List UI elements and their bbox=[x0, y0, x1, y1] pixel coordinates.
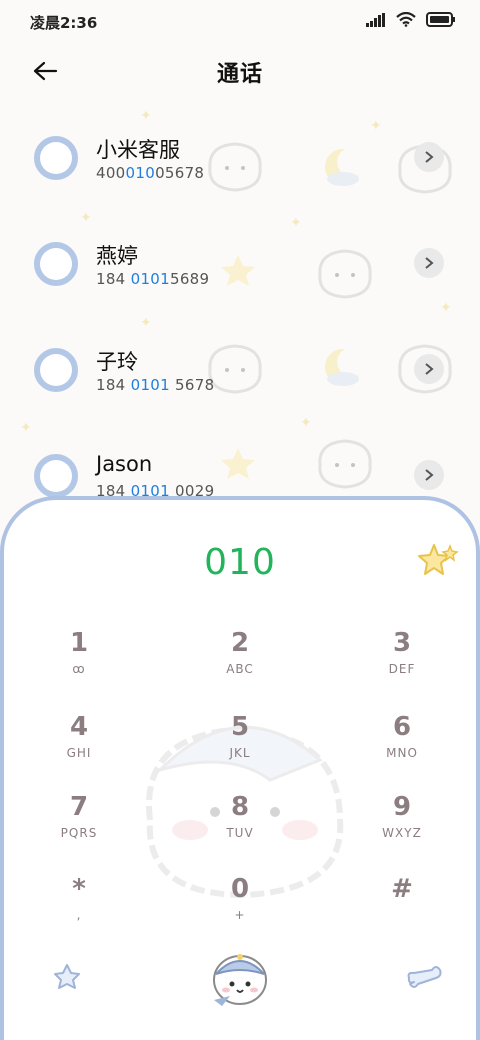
contact-name: 小米客服 bbox=[96, 138, 180, 162]
avatar bbox=[34, 348, 78, 392]
chevron-right-icon bbox=[425, 469, 434, 481]
contact-detail-button[interactable] bbox=[414, 354, 444, 384]
contact-detail-button[interactable] bbox=[414, 248, 444, 278]
key-hash[interactable]: # bbox=[347, 874, 457, 944]
key-0[interactable]: 0 + bbox=[185, 874, 295, 944]
star-outline-icon[interactable] bbox=[52, 962, 82, 990]
contact-detail-button[interactable] bbox=[414, 460, 444, 490]
contact-detail-button[interactable] bbox=[414, 142, 444, 172]
dialpad-panel: 010 1ꝏ 2 ABC 3 DEF 4 GHI 5 JKL 6 MNO 7 PQRS 8T… bbox=[0, 496, 480, 1040]
status-icons bbox=[366, 12, 456, 27]
avatar bbox=[34, 242, 78, 286]
key-7[interactable]: 7 PQRS bbox=[24, 792, 134, 862]
avatar bbox=[34, 136, 78, 180]
contact-number: 40001005678 bbox=[96, 164, 205, 182]
status-time: 凌晨2:36 bbox=[30, 14, 98, 32]
key-star[interactable]: *, bbox=[24, 874, 134, 944]
call-button-dog-icon[interactable] bbox=[208, 944, 272, 1008]
chevron-right-icon bbox=[425, 257, 434, 269]
contact-number: 184 01015689 bbox=[96, 270, 210, 288]
favorite-star-icon[interactable] bbox=[416, 540, 460, 580]
contact-item[interactable]: 小米客服 40001005678 bbox=[0, 122, 480, 212]
key-8[interactable]: 8 TUV bbox=[185, 792, 295, 862]
key-2[interactable]: 2 ABC bbox=[185, 628, 295, 698]
signal-icon bbox=[366, 12, 385, 27]
wifi-icon bbox=[396, 12, 416, 27]
avatar bbox=[34, 454, 78, 498]
voicemail-icon: ꝏ bbox=[72, 662, 86, 676]
contact-name: Jason bbox=[96, 452, 153, 476]
chevron-right-icon bbox=[425, 151, 434, 163]
header: 通话 bbox=[0, 48, 480, 94]
battery-icon bbox=[426, 12, 455, 27]
key-1[interactable]: 1ꝏ bbox=[24, 628, 134, 698]
contact-number: 184 0101 5678 bbox=[96, 376, 215, 394]
bone-icon[interactable] bbox=[406, 964, 442, 990]
page-title: 通话 bbox=[216, 62, 263, 87]
contact-name: 子玲 bbox=[96, 350, 138, 374]
key-9[interactable]: 9 WXYZ bbox=[347, 792, 457, 862]
key-5[interactable]: 5 JKL bbox=[185, 712, 295, 782]
key-6[interactable]: 6 MNO bbox=[347, 712, 457, 782]
key-4[interactable]: 4 GHI bbox=[24, 712, 134, 782]
contact-item[interactable]: 燕婷 184 01015689 bbox=[0, 228, 480, 318]
dialed-number: 010 bbox=[204, 542, 276, 583]
status-bar: 凌晨2:36 bbox=[0, 0, 480, 44]
key-3[interactable]: 3 DEF bbox=[347, 628, 457, 698]
contact-item[interactable]: 子玲 184 0101 5678 bbox=[0, 334, 480, 424]
wallpaper-sparkle-icon: ✦ bbox=[80, 210, 92, 226]
contact-name: 燕婷 bbox=[96, 244, 138, 268]
chevron-right-icon bbox=[425, 363, 434, 375]
